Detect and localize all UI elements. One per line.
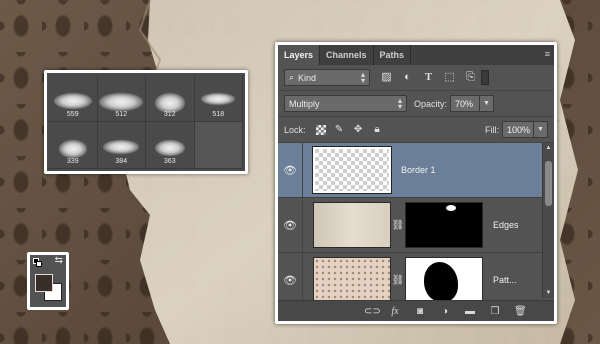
swap-colors-icon[interactable]: ⇆	[55, 256, 63, 266]
brush-tip-preview	[201, 93, 236, 105]
layer-thumbnail	[312, 146, 392, 194]
pixel-layer-filter-icon[interactable]: ▨	[380, 71, 393, 84]
foreground-color-swatch[interactable]	[35, 274, 53, 292]
layer-row[interactable]: 👁︎ ⛓ Edges	[278, 198, 542, 253]
visibility-eye-icon[interactable]: 👁︎	[278, 164, 302, 177]
filter-toggle-switch[interactable]	[481, 70, 489, 85]
brush-size-label: 312	[163, 111, 176, 118]
filter-kind-select[interactable]: ⌕ Kind ▴ ▾	[284, 69, 370, 86]
filter-kind-label: Kind	[298, 72, 317, 83]
chain-link-icon[interactable]: ⛓	[391, 275, 405, 286]
new-adjustment-layer-icon[interactable]: ◑	[439, 306, 451, 317]
brush-preset[interactable]: 363	[146, 122, 195, 169]
add-mask-icon[interactable]: ◙	[414, 306, 426, 317]
brush-size-label: 559	[66, 111, 79, 118]
brush-presets-panel: 559 512 312 518 339 384 363	[44, 70, 248, 174]
smart-object-filter-icon[interactable]: ⎘	[464, 71, 477, 84]
tab-paths[interactable]: Paths	[374, 45, 412, 65]
new-layer-icon[interactable]: ❐	[489, 306, 501, 317]
layer-mask-thumbnail[interactable]	[405, 257, 483, 303]
opacity-dropdown-button[interactable]: ▼	[480, 95, 495, 112]
new-group-folder-icon[interactable]: ▬	[464, 306, 476, 317]
default-colors-icon[interactable]	[33, 258, 42, 267]
brush-size-label: 512	[115, 111, 128, 118]
layers-list: 👁︎ Border 1 👁︎ ⛓ Edges 👁︎ ⛓ Patt... ▲ ▼	[278, 143, 554, 308]
color-swatches: ⇆	[27, 252, 69, 310]
tab-channels[interactable]: Channels	[320, 45, 374, 65]
brush-size-label: 384	[115, 158, 128, 165]
tab-layers[interactable]: Layers	[278, 45, 321, 65]
scroll-thumb[interactable]	[545, 161, 552, 206]
panel-menu-icon[interactable]: ≡	[545, 49, 550, 59]
shape-layer-filter-icon[interactable]: ⬚	[443, 71, 456, 84]
opacity-input[interactable]: 70%	[450, 95, 481, 112]
filter-row: ⌕ Kind ▴ ▾ ▨ ◐ T ⬚ ⎘	[278, 65, 554, 91]
blend-row: Multiply ▴ ▾ Opacity: 70% ▼	[278, 91, 554, 117]
brush-size-label: 518	[212, 111, 225, 118]
brush-preset[interactable]: 518	[194, 75, 243, 122]
layers-panel: Layers Channels Paths ≡ ⌕ Kind ▴ ▾ ▨ ◐ T …	[275, 42, 557, 324]
brush-preset[interactable]: 512	[97, 75, 146, 122]
lock-label: Lock:	[284, 124, 306, 135]
lock-row: Lock: ✎ ✥ 🔒︎ Fill: 100% ▼	[278, 117, 554, 143]
brush-preset[interactable]: 384	[97, 122, 146, 169]
select-arrows-icon: ▴ ▾	[397, 96, 402, 111]
layer-style-fx-icon[interactable]: fx	[389, 306, 401, 317]
fill-label: Fill:	[485, 124, 499, 135]
brush-tip-preview	[103, 140, 140, 154]
brush-preset[interactable]: 312	[146, 75, 195, 122]
panel-tabbar: Layers Channels Paths ≡	[278, 45, 554, 65]
blend-mode-select[interactable]: Multiply ▴ ▾	[284, 95, 407, 112]
delete-layer-trash-icon[interactable]: 🗑︎	[514, 306, 527, 317]
brush-tip-preview	[53, 93, 92, 109]
brush-tip-preview	[154, 140, 185, 156]
select-arrows-icon: ▴ ▾	[360, 70, 365, 85]
lock-all-icon[interactable]: 🔒︎	[372, 124, 383, 135]
blend-mode-value: Multiply	[289, 98, 320, 109]
brush-preset-empty	[194, 122, 243, 169]
brush-preset[interactable]: 339	[49, 122, 98, 169]
adjustment-layer-filter-icon[interactable]: ◐	[401, 71, 414, 84]
scroll-down-icon[interactable]: ▼	[543, 288, 554, 298]
brush-tip-preview	[58, 140, 87, 158]
link-layers-icon[interactable]: ⊂⊃	[364, 306, 381, 317]
type-layer-filter-icon[interactable]: T	[422, 71, 435, 84]
brush-tip-preview	[154, 93, 185, 113]
layer-thumbnail	[313, 257, 391, 303]
scroll-up-icon[interactable]: ▲	[543, 143, 554, 153]
layer-name[interactable]: Border 1	[401, 165, 436, 175]
layer-name[interactable]: Patt...	[493, 275, 517, 285]
lock-transparent-pixels-icon[interactable]	[315, 124, 326, 135]
brush-size-label: 339	[66, 158, 79, 165]
fill-dropdown-button[interactable]: ▼	[534, 121, 548, 138]
visibility-eye-icon[interactable]: 👁︎	[278, 274, 302, 287]
chain-link-icon[interactable]: ⛓	[391, 220, 405, 231]
layers-scrollbar[interactable]: ▲ ▼	[542, 143, 554, 298]
layer-thumbnail	[313, 202, 391, 248]
brush-preset[interactable]: 559	[49, 75, 98, 122]
lock-position-icon[interactable]: ✥	[353, 124, 364, 135]
fill-input[interactable]: 100%	[502, 121, 534, 138]
layers-bottom-toolbar: ⊂⊃ fx ◙ ◑ ▬ ❐ 🗑︎	[278, 300, 554, 321]
opacity-label: Opacity:	[414, 98, 448, 109]
brush-tip-preview	[99, 93, 144, 111]
search-icon: ⌕	[289, 72, 295, 82]
brush-size-label: 363	[163, 158, 176, 165]
layer-mask-thumbnail[interactable]	[405, 202, 483, 248]
layer-name[interactable]: Edges	[493, 220, 519, 230]
lock-image-pixels-icon[interactable]: ✎	[334, 124, 345, 135]
visibility-eye-icon[interactable]: 👁︎	[278, 219, 302, 232]
layer-row[interactable]: 👁︎ Border 1	[278, 143, 542, 198]
